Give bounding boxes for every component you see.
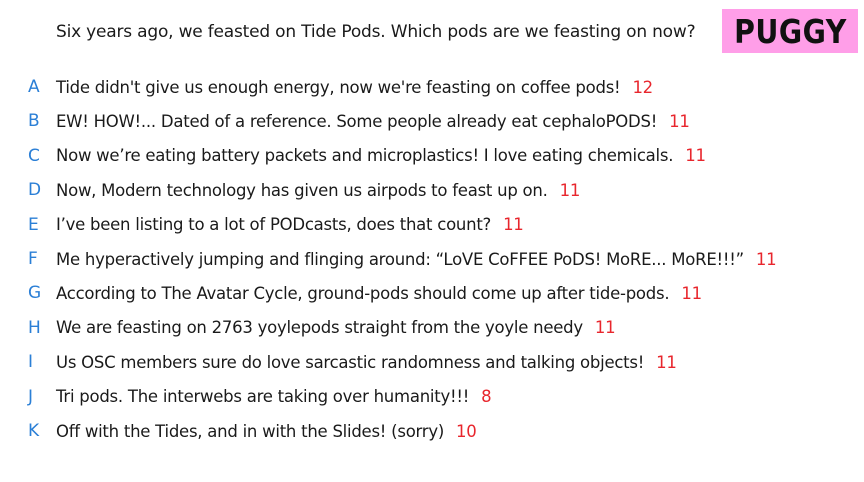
option-text: We are feasting on 2763 yoylepods straig… — [56, 318, 616, 338]
option-label: Now, Modern technology has given us airp… — [56, 180, 548, 200]
option-count: 11 — [681, 283, 702, 303]
option-count: 11 — [559, 180, 581, 200]
option-label: Off with the Tides, and in with the Slid… — [56, 421, 445, 441]
option-count: 11 — [685, 146, 706, 166]
option-letter: K — [28, 421, 40, 441]
option-label: Now we’re eating battery packets and mic… — [56, 146, 674, 166]
option-count: 12 — [632, 77, 653, 97]
option-label: Tide didn't give us enough energy, now w… — [56, 77, 621, 97]
option-text: Now we’re eating battery packets and mic… — [56, 146, 706, 165]
option-text: Us OSC members sure do love sarcastic ra… — [56, 353, 677, 372]
question-text: Six years ago, we feasted on Tide Pods. … — [56, 22, 696, 42]
option-label: We are feasting on 2763 yoylepods straig… — [56, 318, 583, 338]
option-letter: D — [28, 180, 42, 201]
option-label: I’ve been listing to a lot of PODcasts, … — [56, 215, 492, 235]
option-letter: A — [28, 77, 40, 97]
option-count: 11 — [503, 215, 524, 235]
option-letter: E — [28, 214, 39, 235]
option-label: Me hyperactively jumping and flinging ar… — [56, 249, 744, 269]
option-text: EW! HOW!... Dated of a reference. Some p… — [56, 112, 690, 131]
option-text: According to The Avatar Cycle, ground-po… — [56, 284, 702, 303]
option-text: Tide didn't give us enough energy, now w… — [56, 78, 653, 97]
option-letter: H — [28, 317, 41, 338]
option-count: 11 — [669, 111, 690, 131]
option-letter: I — [28, 352, 34, 373]
option-label: According to The Avatar Cycle, ground-po… — [56, 283, 670, 303]
option-count: 11 — [594, 318, 616, 338]
option-count: 10 — [456, 421, 477, 441]
option-label: Tri pods. The interwebs are taking over … — [56, 387, 470, 407]
option-text: Now, Modern technology has given us airp… — [56, 181, 580, 200]
option-text: Tri pods. The interwebs are taking over … — [56, 387, 492, 407]
option-text: Off with the Tides, and in with the Slid… — [56, 422, 477, 441]
option-label: Us OSC members sure do love sarcastic ra… — [56, 352, 645, 372]
option-letter: F — [28, 249, 38, 269]
option-count: 11 — [656, 352, 677, 372]
option-letter: J — [28, 386, 34, 407]
badge-label: PUGGY — [733, 11, 847, 51]
option-letter: G — [28, 283, 42, 304]
option-count: 11 — [755, 249, 777, 269]
option-letter: C — [28, 145, 40, 166]
option-text: I’ve been listing to a lot of PODcasts, … — [56, 215, 524, 234]
option-label: EW! HOW!... Dated of a reference. Some p… — [56, 111, 658, 131]
puggy-badge: PUGGY — [722, 9, 858, 53]
option-count: 8 — [481, 387, 492, 407]
option-text: Me hyperactively jumping and flinging ar… — [56, 249, 777, 269]
option-letter: B — [28, 111, 40, 132]
